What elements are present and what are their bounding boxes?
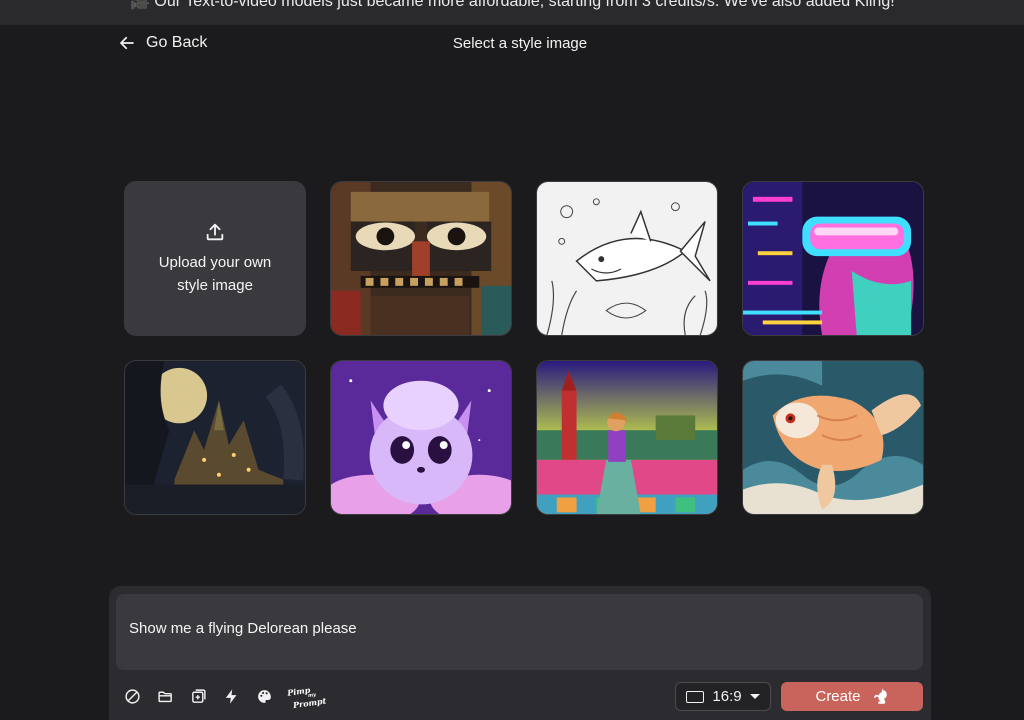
negative-prompt-button[interactable] [123, 688, 141, 706]
style-image-moonlit-castle[interactable] [124, 360, 306, 515]
add-image-button[interactable] [189, 688, 207, 706]
retro-kremlin-image [537, 361, 717, 514]
create-label: Create [815, 688, 861, 705]
open-folder-button[interactable] [156, 688, 174, 706]
shark-coloring-image [537, 182, 717, 335]
prompt-text: Show me a flying Delorean please [129, 620, 357, 637]
style-palette-button[interactable] [255, 688, 273, 706]
style-image-retro-kremlin[interactable] [536, 360, 718, 515]
style-image-cubist-face[interactable] [330, 181, 512, 336]
add-image-icon [191, 689, 206, 703]
fluffy-creature-image [331, 361, 511, 514]
upload-style-image-button[interactable]: Upload your own style image [124, 181, 306, 336]
upload-label: Upload your own style image [158, 253, 272, 294]
folder-icon [157, 691, 172, 703]
page-title: Select a style image [452, 35, 588, 52]
style-image-paper-koi[interactable] [742, 360, 924, 515]
moonlit-castle-image [125, 361, 305, 514]
top-bar: Go Back Select a style image [0, 25, 1024, 65]
boost-button[interactable] [222, 688, 240, 706]
no-entry-icon [124, 689, 140, 704]
style-image-grid: Upload your own style image [124, 181, 924, 515]
cubist-face-image [331, 182, 511, 335]
aspect-ratio-icon [686, 690, 705, 703]
style-image-fluffy-creature[interactable] [330, 360, 512, 515]
prompt-input[interactable]: Show me a flying Delorean please [116, 594, 923, 670]
prompt-composer: Show me a flying Delorean please Pimp my… [109, 586, 931, 720]
paper-koi-image [743, 361, 923, 514]
neon-cyberpunk-image [743, 182, 923, 335]
chevron-down-icon [749, 694, 760, 699]
create-button[interactable]: Create [781, 682, 923, 711]
squirrel-icon [873, 688, 887, 704]
composer-toolbar: Pimp my Prompt [123, 683, 330, 710]
announcement-banner: 🎥 Our Text-to-video models just became m… [0, 0, 1024, 25]
upload-icon [206, 223, 224, 240]
style-image-shark-coloring[interactable] [536, 181, 718, 336]
palette-icon [257, 690, 271, 703]
announcement-text: 🎥 Our Text-to-video models just became m… [130, 0, 895, 10]
style-image-neon-cyberpunk[interactable] [742, 181, 924, 336]
aspect-ratio-dropdown[interactable]: 16:9 [675, 682, 771, 711]
aspect-ratio-value: 16:9 [712, 688, 742, 705]
pimp-my-prompt-button[interactable]: Pimp my Prompt [287, 683, 330, 710]
lightning-icon [225, 689, 236, 704]
